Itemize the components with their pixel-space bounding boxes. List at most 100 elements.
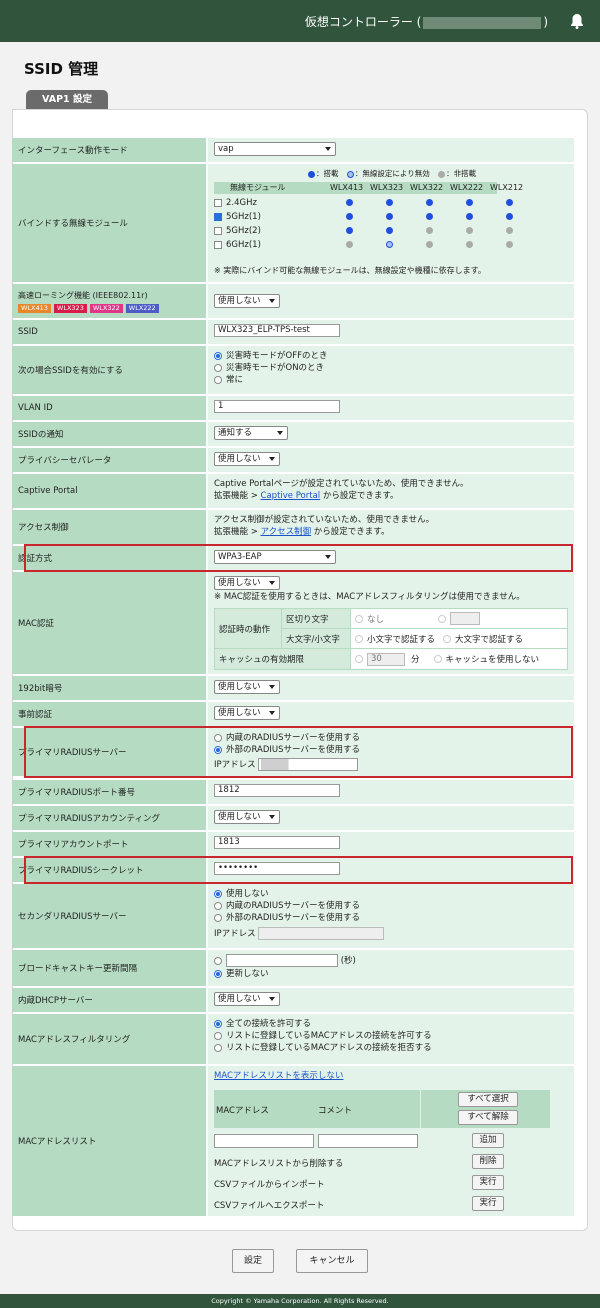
legend-partial-dot xyxy=(346,170,354,178)
tab-vap1[interactable]: VAP1 設定 xyxy=(26,90,108,109)
legend-on: ：搭載 xyxy=(316,169,339,178)
mac-list-col-mac: MACアドレス xyxy=(216,1106,269,1116)
delim-char-radio[interactable] xyxy=(438,614,447,623)
save-button[interactable]: 設定 xyxy=(232,1249,274,1273)
mac-filter-allow-all-radio[interactable] xyxy=(214,1019,222,1028)
ssid-input[interactable]: WLX323_ELP-TPS-test xyxy=(214,324,340,337)
controller-prefix: 仮想コントローラー ( xyxy=(304,15,422,29)
dot-5g2-wlx323 xyxy=(386,227,393,234)
primary-acct-select[interactable]: 使用しない xyxy=(214,810,280,824)
bind-cell: ：搭載 ：無線設定により無効 ：非搭載 無線モジュール WLX413 WLX32… xyxy=(208,164,574,282)
top-bar: 仮想コントローラー () xyxy=(0,0,600,42)
secondary-external[interactable]: 外部のRADIUSサーバーを使用する xyxy=(214,912,568,924)
secondary-none[interactable]: 使用しない xyxy=(214,888,568,900)
band-2g: 2.4GHz xyxy=(214,197,257,209)
privacy-select[interactable]: 使用しない xyxy=(214,452,280,466)
iface-select[interactable]: vap xyxy=(214,142,336,156)
delete-label: MACアドレスリストから削除する xyxy=(214,1159,344,1169)
enable-opt-always[interactable]: 常に xyxy=(214,374,568,386)
broadcast-no-update[interactable]: 更新しない xyxy=(214,968,568,980)
controller-suffix: ) xyxy=(543,15,548,29)
vlan-input[interactable]: 1 xyxy=(214,400,340,413)
delim-none-radio[interactable] xyxy=(355,614,363,623)
legend-on-dot xyxy=(308,170,315,178)
broadcast-no-update-radio[interactable] xyxy=(214,969,222,978)
cache-input[interactable]: 30 xyxy=(367,652,405,666)
dot-2g-wlx323 xyxy=(386,199,393,206)
secondary-none-radio[interactable] xyxy=(214,889,222,898)
enable-opt-on-radio[interactable] xyxy=(214,363,222,372)
preauth-select[interactable]: 使用しない xyxy=(214,706,280,720)
add-button[interactable]: 追加 xyxy=(472,1133,504,1148)
band-5g2-checkbox[interactable] xyxy=(214,226,222,235)
mac-filter-allow-list[interactable]: リストに登録しているMACアドレスの接続を許可する xyxy=(214,1030,568,1042)
enable-opt-off[interactable]: 災害時モードがOFFのとき xyxy=(214,350,568,362)
roaming-label-cell: 高速ローミング機能 (IEEE802.11r) WLX413 WLX323 WLX3… xyxy=(12,284,206,318)
cache-none-radio[interactable] xyxy=(433,655,442,663)
crypto192-select[interactable]: 使用しない xyxy=(214,680,280,694)
acl-path-suffix: から設定できます。 xyxy=(311,527,390,537)
band-2g-checkbox[interactable] xyxy=(214,198,222,207)
cancel-button[interactable]: キャンセル xyxy=(296,1249,368,1273)
mac-filter-deny-list[interactable]: リストに登録しているMACアドレスの接続を拒否する xyxy=(214,1042,568,1054)
iface-cell: vap xyxy=(208,138,574,162)
broadcast-no-update-label: 更新しない xyxy=(226,969,269,979)
primary-acct-port-label: プライマリアカウントポート xyxy=(12,832,206,856)
dhcp-select[interactable]: 使用しない xyxy=(214,992,280,1006)
cache-value-radio[interactable] xyxy=(355,655,363,663)
mac-filter-allow-list-radio[interactable] xyxy=(214,1031,222,1040)
mac-filter-allow-all[interactable]: 全ての接続を許可する xyxy=(214,1018,568,1030)
case-upper-label: 大文字で認証する xyxy=(455,634,524,645)
mac-comment-input[interactable] xyxy=(318,1134,418,1148)
notify-select[interactable]: 通知する xyxy=(214,426,288,440)
mac-filter-deny-list-radio[interactable] xyxy=(214,1043,222,1052)
secondary-ip-input[interactable] xyxy=(258,927,385,940)
enable-opt-off-label: 災害時モードがOFFのとき xyxy=(226,351,328,361)
captive-path-prefix: 拡張機能 > xyxy=(214,491,261,501)
broadcast-interval-radio[interactable] xyxy=(214,956,222,965)
mac-filter-cell: 全ての接続を許可する リストに登録しているMACアドレスの接続を許可する リスト… xyxy=(208,1014,574,1064)
secondary-external-radio[interactable] xyxy=(214,913,222,922)
primary-acct-cell: 使用しない xyxy=(208,806,574,830)
cache-cell: 30 分 キャッシュを使用しない xyxy=(351,649,567,669)
case-lower-radio[interactable] xyxy=(355,634,363,643)
captive-portal-link[interactable]: Captive Portal xyxy=(261,491,321,501)
crypto192-cell: 使用しない xyxy=(208,676,574,700)
mac-address-input[interactable] xyxy=(214,1134,314,1148)
model-wlx212: WLX212 xyxy=(490,183,524,192)
band-5g1: 5GHz(1) xyxy=(214,211,261,223)
delete-button[interactable]: 削除 xyxy=(472,1154,504,1169)
acl-link[interactable]: アクセス制御 xyxy=(261,527,312,537)
legend-partial: ：無線設定により無効 xyxy=(354,169,430,178)
primary-acct-port-cell: 1813 xyxy=(208,832,574,856)
import-button[interactable]: 実行 xyxy=(472,1175,504,1190)
bell-icon[interactable] xyxy=(570,13,584,29)
deselect-all-button[interactable]: すべて解除 xyxy=(458,1110,518,1125)
enable-opt-on[interactable]: 災害時モードがONのとき xyxy=(214,362,568,374)
broadcast-interval-input[interactable] xyxy=(226,954,338,967)
secondary-internal-radio[interactable] xyxy=(214,901,222,910)
mac-list-toggle-link[interactable]: MACアドレスリストを表示しない xyxy=(214,1071,343,1081)
footer-copyright: Copyright © Yamaha Corporation. All Righ… xyxy=(0,1294,600,1308)
mac-auth-select[interactable]: 使用しない xyxy=(214,576,280,590)
primary-acct-port-input[interactable]: 1813 xyxy=(214,836,340,849)
secondary-radius-label: セカンダリRADIUSサーバー xyxy=(12,884,206,948)
roaming-select[interactable]: 使用しない xyxy=(214,294,280,308)
secondary-internal[interactable]: 内蔵のRADIUSサーバーを使用する xyxy=(214,900,568,912)
primary-port-input[interactable]: 1812 xyxy=(214,784,340,797)
captive-path: 拡張機能 > Captive Portal から設定できます。 xyxy=(214,490,568,502)
select-all-button[interactable]: すべて選択 xyxy=(458,1092,518,1107)
op-label: 認証時の動作 xyxy=(215,609,281,648)
case-upper-radio[interactable] xyxy=(443,634,452,643)
band-5g1-checkbox[interactable] xyxy=(214,212,222,221)
badge-wlx222: WLX222 xyxy=(125,303,159,313)
secondary-internal-label: 内蔵のRADIUSサーバーを使用する xyxy=(226,901,360,911)
export-button[interactable]: 実行 xyxy=(472,1196,504,1211)
delim-char-input[interactable] xyxy=(450,612,481,625)
model-wlx413: WLX413 xyxy=(330,183,364,192)
enable-opt-always-radio[interactable] xyxy=(214,375,222,384)
acl-path-prefix: 拡張機能 > xyxy=(214,527,261,537)
enable-opt-off-radio[interactable] xyxy=(214,351,222,360)
crypto192-label: 192bit暗号 xyxy=(12,676,206,700)
band-6g-checkbox[interactable] xyxy=(214,240,222,249)
